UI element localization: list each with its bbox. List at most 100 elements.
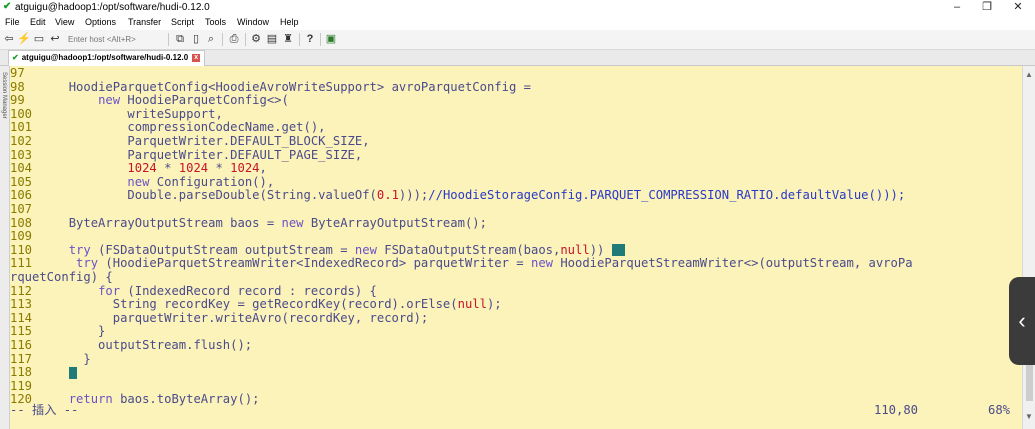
find-icon[interactable]: ⌕ (205, 32, 217, 47)
vertical-scrollbar[interactable]: ▲ ▼ (1022, 66, 1035, 429)
code-segment: null (457, 297, 487, 312)
menu-file[interactable]: File (5, 17, 20, 28)
terminal-area[interactable]: 97 98 HoodieParquetConfig<HoodieAvroWrit… (10, 66, 1022, 429)
line-number: 101 (10, 120, 33, 135)
line-number: 116 (10, 338, 33, 352)
reconnect-icon[interactable]: ▭ (33, 32, 45, 47)
text-cursor (611, 244, 625, 257)
code-segment: * (156, 161, 179, 176)
code-segment: try (76, 256, 99, 271)
toolbar: ⇦ ⚡ ▭ ↩ ⧉ ▯ ⌕ ⎙ ⚙ ▤ ♜ ? ▣ (0, 30, 1035, 50)
terminal-line: 101 compressionCodecName.get(), (10, 120, 326, 134)
session-tab[interactable]: ✔ atguigu@hadoop1:/opt/software/hudi-0.12… (8, 50, 206, 66)
code-segment: } (39, 324, 106, 339)
keymap-icon[interactable]: ▤ (266, 32, 278, 47)
print-icon[interactable]: ⎙ (228, 32, 240, 47)
session-icon[interactable]: ▣ (325, 32, 337, 47)
settings-icon[interactable]: ⚙ (250, 32, 262, 47)
menu-transfer[interactable]: Transfer (128, 17, 161, 28)
code-segment: String recordKey = getRecordKey(record).… (39, 297, 458, 312)
line-number: 118 (10, 365, 33, 380)
terminal-line: 116 outputStream.flush(); (10, 338, 252, 352)
code-segment: new (98, 93, 121, 108)
menu-tools[interactable]: Tools (205, 17, 226, 28)
maximize-button[interactable]: ❐ (972, 0, 1002, 15)
menu-script[interactable]: Script (171, 17, 194, 28)
code-segment: 1024 (127, 161, 157, 176)
toolbar-divider (320, 33, 321, 46)
terminal-line: 102 ParquetWriter.DEFAULT_BLOCK_SIZE, (10, 134, 370, 148)
help-icon[interactable]: ? (304, 32, 316, 47)
code-segment: FSDataOutputStream(baos, (376, 242, 561, 257)
session-tab-bar: ✔ atguigu@hadoop1:/opt/software/hudi-0.12… (0, 50, 1035, 66)
line-number: 107 (10, 202, 33, 216)
sftp-icon[interactable]: ♜ (282, 32, 294, 47)
session-manager-strip[interactable]: Session Manager (0, 66, 10, 429)
code-segment: new (354, 242, 377, 257)
terminal-line: 99 new HoodieParquetConfig<>( (10, 93, 289, 107)
code-segment: new (530, 256, 553, 271)
code-segment: HoodieParquetStreamWriter<>(outputStream… (553, 256, 913, 271)
terminal-line: 103 ParquetWriter.DEFAULT_PAGE_SIZE, (10, 148, 362, 162)
side-panel-handle[interactable]: ‹ (1009, 277, 1035, 365)
line-number: 119 (10, 378, 33, 393)
line-number: 109 (10, 229, 33, 244)
code-segment: Double.parseDouble(String.valueOf( (39, 188, 377, 203)
code-segment: ByteArrayOutputStream baos = (39, 215, 282, 230)
securecrt-app-icon: ✔ (3, 1, 12, 12)
line-number: 97 (10, 66, 25, 80)
lightning-icon[interactable]: ⚡ (17, 32, 31, 47)
code-segment: } (39, 351, 91, 366)
scroll-up-arrow-icon[interactable]: ▲ (1025, 70, 1033, 79)
code-segment: //HoodieStorageConfig.PARQUET_COMPRESSIO… (428, 188, 906, 203)
line-number: 100 (10, 106, 33, 121)
terminal-line: 106 Double.parseDouble(String.valueOf(0.… (10, 188, 905, 202)
connected-check-icon: ✔ (12, 53, 19, 62)
terminal-line: 111 try (HoodieParquetStreamWriter<Index… (10, 256, 913, 270)
line-number: 105 (10, 174, 33, 189)
title-bar: ✔ atguigu@hadoop1:/opt/software/hudi-0.1… (0, 0, 1035, 15)
line-number: 99 (10, 93, 25, 108)
code-segment: ))); (398, 188, 429, 203)
tab-close-button[interactable]: x (192, 53, 201, 62)
terminal-line: 109 (10, 229, 39, 243)
vim-mode-indicator: -- 插入 -- (10, 403, 79, 417)
connect-icon[interactable]: ⇦ (3, 32, 15, 47)
code-segment: )) (589, 242, 612, 257)
host-input[interactable] (68, 33, 164, 46)
line-number: 103 (10, 147, 33, 162)
menu-view[interactable]: View (55, 17, 74, 28)
line-number: 110 (10, 242, 33, 257)
code-segment: ParquetWriter.DEFAULT_BLOCK_SIZE, (39, 134, 370, 148)
code-segment: (FSDataOutputStream outputStream = (90, 242, 355, 257)
copy-icon[interactable]: ⧉ (174, 32, 186, 47)
terminal-line: 113 String recordKey = getRecordKey(reco… (10, 297, 502, 311)
line-number: 111 (10, 256, 33, 271)
terminal-line: 98 HoodieParquetConfig<HoodieAvroWriteSu… (10, 80, 531, 94)
minimize-button[interactable]: – (942, 0, 972, 15)
paste-icon[interactable]: ▯ (190, 32, 202, 47)
menu-help[interactable]: Help (280, 17, 299, 28)
code-segment: for (98, 283, 121, 298)
menu-window[interactable]: Window (237, 17, 269, 28)
close-button[interactable]: ✕ (1003, 0, 1033, 15)
terminal-line: 97 (10, 66, 39, 80)
disconnect-icon[interactable]: ↩ (49, 32, 61, 47)
terminal-line: 105 new Configuration(), (10, 175, 274, 189)
line-number: 102 (10, 134, 33, 148)
line-number: 113 (10, 297, 33, 312)
code-segment: writeSupport, (39, 106, 223, 121)
code-segment: , (259, 161, 267, 176)
menu-edit[interactable]: Edit (30, 17, 46, 28)
scroll-down-arrow-icon[interactable]: ▼ (1025, 412, 1033, 421)
cursor-position: 110,80 (874, 403, 919, 417)
menu-options[interactable]: Options (85, 17, 116, 28)
code-segment: outputStream.flush(); (39, 338, 253, 352)
code-segment: compressionCodecName.get(), (39, 120, 326, 135)
line-number: 112 (10, 283, 33, 298)
